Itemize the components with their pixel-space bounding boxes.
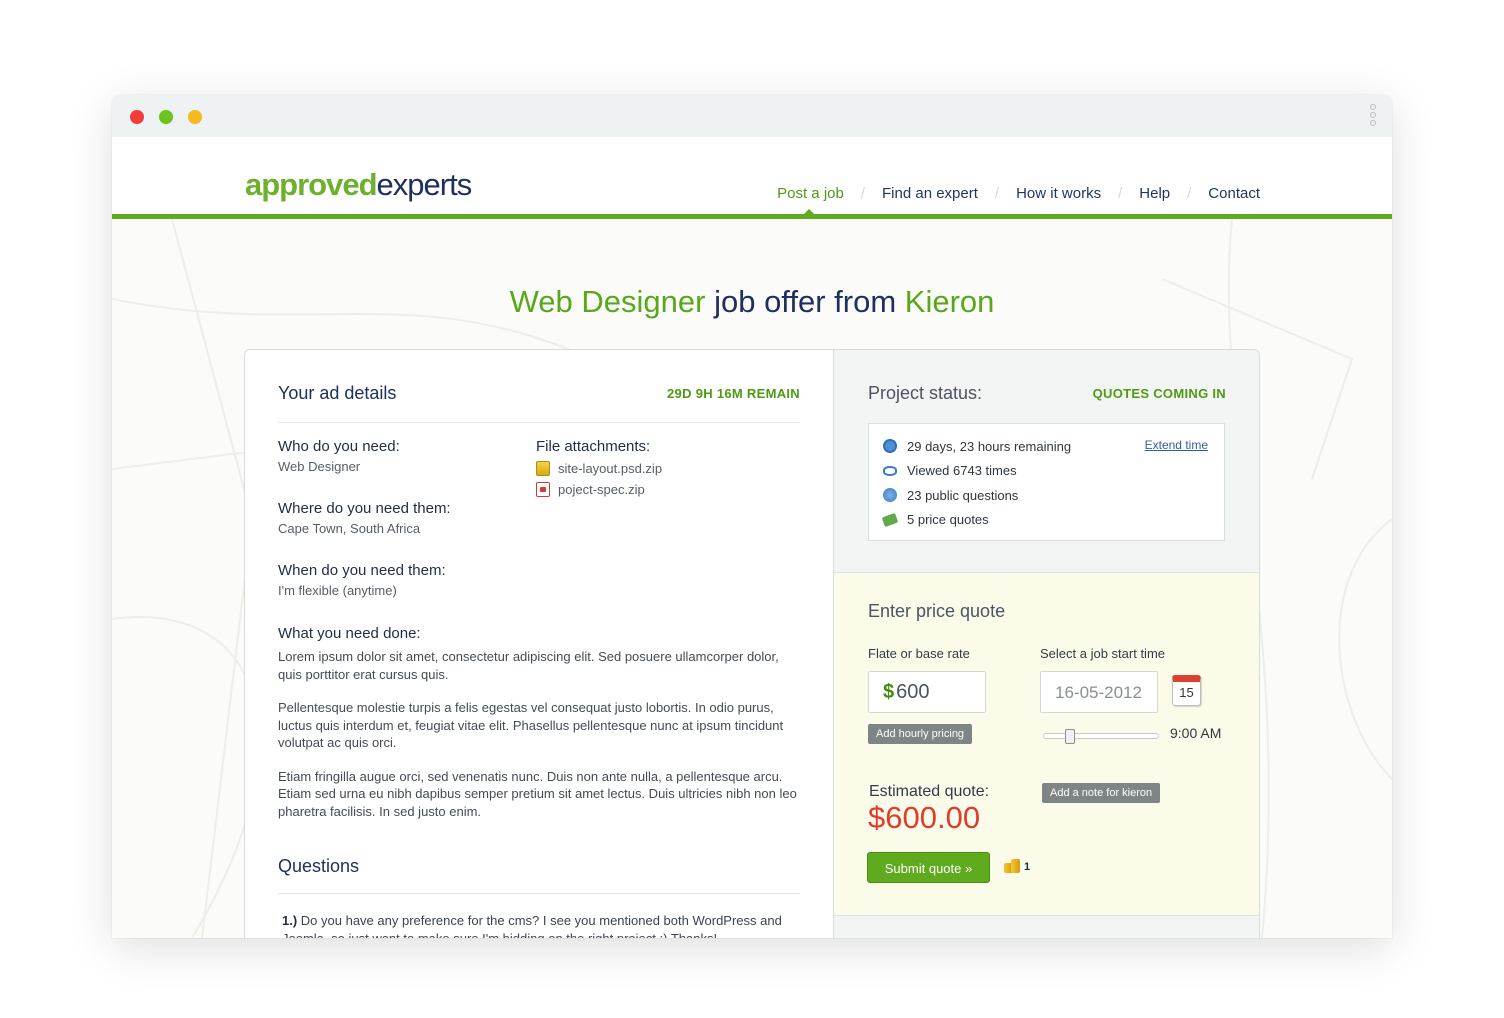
nav-how-it-works[interactable]: How it works [999,185,1118,202]
time-slider[interactable] [1043,729,1159,744]
page: approvedexperts Post a job / Find an exp… [112,137,1392,938]
time-slider-handle[interactable] [1065,729,1075,744]
price-quote-form: Enter price quote Flate or base rate $60… [834,573,1259,915]
time-value: 9:00 AM [1170,725,1222,741]
ad-details-panel: Your ad details 29D 9H 16M REMAIN Who do… [245,350,833,938]
panel-footer [834,915,1259,938]
field-where: Where do you need them: Cape Town, South… [278,500,451,536]
divider [278,893,800,894]
attachment-link[interactable]: poject-spec.zip [536,482,796,497]
project-status: Project status: QUOTES COMING IN 29 days… [834,350,1259,573]
start-time-label: Select a job start time [1040,646,1165,661]
extend-time-link[interactable]: Extend time [1145,438,1208,452]
coins-indicator: 1 [1004,859,1030,873]
nav-find-an-expert[interactable]: Find an expert [865,185,995,202]
attachment-link[interactable]: site-layout.psd.zip [536,461,796,476]
main-nav: Post a job / Find an expert / How it wor… [760,185,1260,202]
window-titlebar [112,95,1392,137]
status-box: 29 days, 23 hours remaining Viewed 6743 … [868,423,1225,541]
rate-input[interactable]: $600 [868,671,986,713]
status-badge: QUOTES COMING IN [1092,386,1226,401]
status-row: Viewed 6743 times [883,459,1210,484]
help-icon [883,488,897,503]
page-title: Web Designer job offer from Kieron [509,284,995,319]
logo[interactable]: approvedexperts [245,167,472,203]
quote-panel: Project status: QUOTES COMING IN 29 days… [833,350,1259,938]
submit-quote-button[interactable]: Submit quote » [867,852,990,883]
browser-window: approvedexperts Post a job / Find an exp… [112,95,1392,938]
maximize-window-button[interactable] [188,110,202,124]
pdf-file-icon [536,482,550,497]
eye-icon [883,465,897,476]
active-nav-caret-icon [800,209,818,218]
window-menu-icon[interactable] [1370,104,1378,128]
site-header: approvedexperts Post a job / Find an exp… [112,137,1392,219]
divider [278,422,800,423]
psd-file-icon [536,461,550,476]
calendar-icon[interactable]: 15 [1172,675,1201,706]
estimated-quote-value: $600.00 [868,800,981,835]
money-icon [881,512,899,527]
start-date-input[interactable]: 16-05-2012 [1040,671,1158,713]
nav-post-a-job[interactable]: Post a job [760,185,861,202]
time-remaining-badge: 29D 9H 16M REMAIN [667,386,800,401]
nav-help[interactable]: Help [1122,185,1187,202]
clock-icon [883,439,897,454]
add-note-button[interactable]: Add a note for kieron [1042,783,1161,803]
estimated-quote-label: Estimated quote: [869,783,990,800]
nav-contact[interactable]: Contact [1191,185,1260,202]
minimize-window-button[interactable] [159,110,173,124]
question-item: 1.) Do you have any preference for the c… [282,913,782,938]
field-description: What you need done: Lorem ipsum dolor si… [278,625,797,819]
add-hourly-pricing-button[interactable]: Add hourly pricing [868,724,973,744]
field-when: When do you need them: I'm flexible (any… [278,562,446,598]
attachments: File attachments: site-layout.psd.zip po… [536,438,796,497]
status-row: 23 public questions [883,483,1210,508]
rate-label: Flate or base rate [868,646,970,661]
job-offer-card: Your ad details 29D 9H 16M REMAIN Who do… [244,349,1260,938]
field-who: Who do you need: Web Designer [278,438,400,474]
close-window-button[interactable] [130,110,144,124]
questions-title: Questions [278,856,360,876]
status-row: 5 price quotes [881,508,1210,533]
